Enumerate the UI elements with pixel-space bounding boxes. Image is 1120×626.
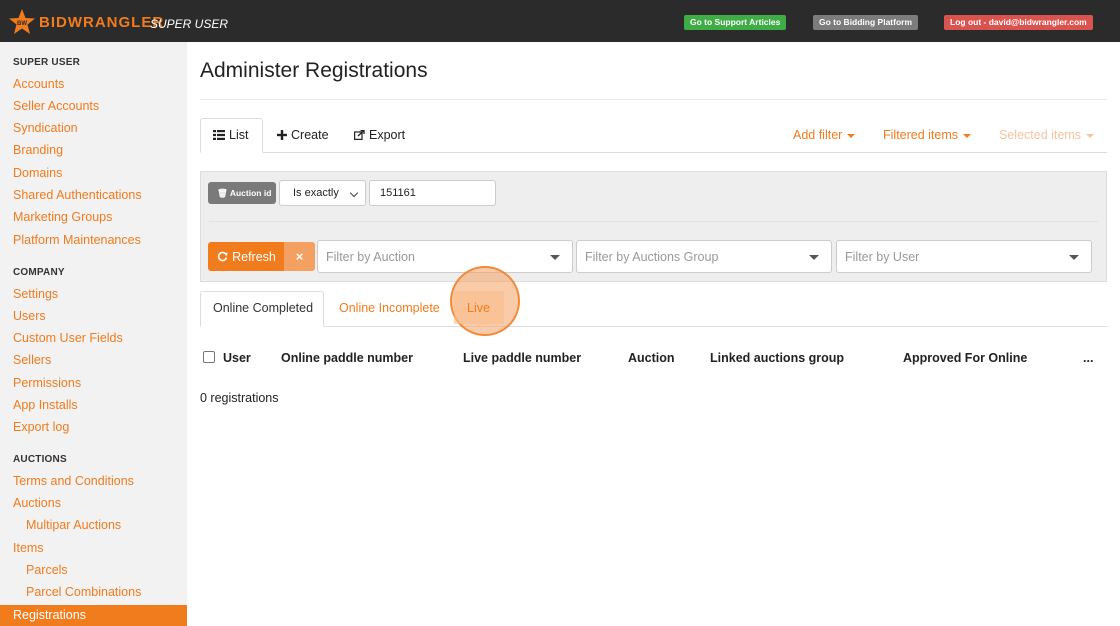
tab-label: Export [369,128,406,142]
column-header-approved-online[interactable]: Approved For Online [903,351,1027,365]
select-all-checkbox[interactable] [203,351,215,363]
refresh-label: Refresh [232,249,276,264]
dropdown-label: Filtered items [883,128,959,142]
brand-logo[interactable]: BW BIDWRANGLER [8,9,164,35]
remove-filter-button[interactable]: 🗑 Auction id [208,182,276,204]
tab-list-label[interactable]: List [213,128,248,142]
sidebar-item-items[interactable]: Items [13,541,44,555]
select-value: Is exactly [293,187,339,199]
trash-icon: 🗑 [217,188,228,198]
caret-down-icon [1069,255,1079,260]
sidebar-heading-super-user: SUPER USER [13,57,81,68]
sidebar-item-export-log[interactable]: Export log [13,420,69,434]
divider [209,221,1098,222]
caret-down-icon [1085,133,1094,138]
filter-field-label: Auction id [229,188,272,198]
export-icon [354,130,365,140]
sidebar-item-users[interactable]: Users [13,309,46,323]
select-placeholder: Filter by Auctions Group [585,250,719,264]
column-header-linked-group[interactable]: Linked auctions group [710,351,844,365]
sidebar-item-parcel-combinations[interactable]: Parcel Combinations [26,585,141,599]
sidebar-item-shared-authentications[interactable]: Shared Authentications [13,188,142,202]
refresh-button[interactable]: Refresh [208,242,285,271]
sidebar-item-label: Registrations [13,608,86,622]
sidebar-heading-company: COMPANY [13,267,65,278]
sidebar-item-terms-and-conditions[interactable]: Terms and Conditions [13,474,134,488]
plus-icon [277,130,287,140]
column-header-user[interactable]: User [223,351,251,365]
dropdown-label: Add filter [793,128,843,142]
caret-down-icon [550,255,560,260]
chevron-down-icon [349,188,359,198]
registration-count: 0 registrations [200,391,279,405]
sidebar-item-branding[interactable]: Branding [13,143,63,157]
select-placeholder: Filter by User [845,250,920,264]
sidebar-item-sellers[interactable]: Sellers [13,353,51,367]
caret-down-icon [963,133,972,138]
bidding-platform-button[interactable]: Go to Bidding Platform [813,15,919,30]
sidebar: SUPER USER Accounts Seller Accounts Synd… [0,42,187,626]
divider [200,326,1107,327]
sidebar-item-auctions[interactable]: Auctions [13,496,61,510]
sidebar-item-marketing-groups[interactable]: Marketing Groups [13,210,112,224]
refresh-icon [217,251,228,262]
sidebar-item-permissions[interactable]: Permissions [13,376,81,390]
divider [200,152,1107,153]
sidebar-item-custom-user-fields[interactable]: Custom User Fields [13,331,123,345]
tab-export[interactable]: Export [354,128,405,142]
selected-items-dropdown[interactable]: Selected items [999,128,1094,142]
sidebar-item-app-installs[interactable]: App Installs [13,398,78,412]
sidebar-item-syndication[interactable]: Syndication [13,121,78,135]
list-icon [213,130,225,140]
sidebar-item-settings[interactable]: Settings [13,287,58,301]
tab-online-completed[interactable]: Online Completed [213,301,313,315]
brand-name: BIDWRANGLER [39,13,165,31]
filter-by-auctions-group-select[interactable]: Filter by Auctions Group [576,240,832,273]
sidebar-heading-auctions: AUCTIONS [13,454,67,465]
filtered-items-dropdown[interactable]: Filtered items [883,128,972,142]
logout-button[interactable]: Log out - david@bidwrangler.com [944,15,1093,30]
caret-down-icon [847,133,856,138]
support-articles-button[interactable]: Go to Support Articles [684,15,787,30]
divider [200,99,1107,100]
filter-by-user-select[interactable]: Filter by User [836,240,1092,273]
column-more-menu[interactable]: ... [1083,351,1093,365]
sidebar-item-accounts[interactable]: Accounts [13,77,64,91]
caret-down-icon [809,255,819,260]
tab-live[interactable]: Live [467,301,490,315]
star-logo-icon: BW [9,9,35,34]
dropdown-label: Selected items [999,128,1081,142]
sidebar-item-platform-maintenances[interactable]: Platform Maintenances [13,233,141,247]
sidebar-item-seller-accounts[interactable]: Seller Accounts [13,99,99,113]
sidebar-item-domains[interactable]: Domains [13,166,62,180]
role-tag: SUPER USER [150,17,229,31]
clear-filters-button[interactable]: × [284,242,315,271]
add-filter-dropdown[interactable]: Add filter [793,128,856,142]
tab-create[interactable]: Create [277,128,329,142]
tab-label: Create [291,128,329,142]
top-navbar: BW BIDWRANGLER SUPER USER Go to Support … [0,0,1120,42]
column-header-live-paddle[interactable]: Live paddle number [463,351,581,365]
page-title: Administer Registrations [200,59,428,82]
sidebar-item-multipar-auctions[interactable]: Multipar Auctions [26,518,121,532]
sidebar-item-parcels[interactable]: Parcels [26,563,68,577]
select-placeholder: Filter by Auction [326,250,415,264]
column-header-online-paddle[interactable]: Online paddle number [281,351,413,365]
column-header-auction[interactable]: Auction [628,351,675,365]
filter-operator-select[interactable]: Is exactly [279,180,366,206]
filter-value-input[interactable]: 151161 [369,180,496,206]
tab-online-incomplete[interactable]: Online Incomplete [339,301,440,315]
sidebar-item-registrations[interactable]: Registrations [0,605,187,626]
filter-by-auction-select[interactable]: Filter by Auction [317,240,573,273]
tab-label: List [229,128,249,142]
svg-text:BW: BW [17,21,27,27]
